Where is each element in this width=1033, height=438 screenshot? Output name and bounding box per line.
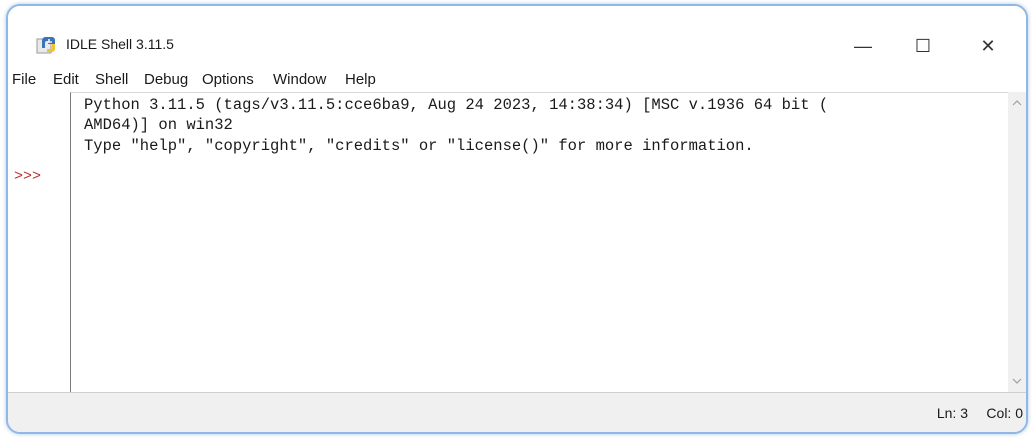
status-line-number: Ln: 3 <box>936 405 968 421</box>
minimize-icon: — <box>854 35 872 56</box>
shell-text-area[interactable]: Python 3.11.5 (tags/v3.11.5:cce6ba9, Aug… <box>70 92 1008 393</box>
vertical-scrollbar[interactable] <box>1008 92 1026 392</box>
shell-line: Python 3.11.5 (tags/v3.11.5:cce6ba9, Aug… <box>84 96 829 114</box>
menu-debug[interactable]: Debug <box>144 71 188 88</box>
maximize-button[interactable]: ☐ <box>900 28 946 64</box>
menu-help[interactable]: Help <box>345 71 376 88</box>
scroll-up-button[interactable] <box>1008 94 1026 112</box>
title-bar[interactable]: IDLE Shell 3.11.5 — ☐ ✕ <box>8 6 1026 64</box>
menu-window[interactable]: Window <box>273 71 326 88</box>
close-icon: ✕ <box>980 35 996 56</box>
menu-options[interactable]: Options <box>202 71 254 88</box>
menu-file[interactable]: File <box>12 71 36 88</box>
maximize-icon: ☐ <box>914 35 932 56</box>
close-button[interactable]: ✕ <box>965 28 1011 64</box>
chevron-down-icon <box>1012 376 1022 387</box>
chevron-up-icon <box>1012 98 1022 109</box>
menu-shell[interactable]: Shell <box>95 71 128 88</box>
idle-shell-window: IDLE Shell 3.11.5 — ☐ ✕ File Edit Shell … <box>6 4 1028 434</box>
shell-prompt: >>> <box>14 168 42 185</box>
menu-edit[interactable]: Edit <box>53 71 79 88</box>
status-column-number: Col: 0 <box>986 405 1023 421</box>
status-bar: Ln: 3 Col: 0 <box>8 392 1026 432</box>
shell-line: AMD64)] on win32 <box>84 116 233 134</box>
prompt-gutter: >>> <box>8 92 70 392</box>
shell-editor: >>> Python 3.11.5 (tags/v3.11.5:cce6ba9,… <box>8 92 1026 393</box>
python-idle-icon <box>36 35 58 55</box>
window-title: IDLE Shell 3.11.5 <box>66 36 174 52</box>
scroll-down-button[interactable] <box>1008 372 1026 390</box>
shell-line: Type "help", "copyright", "credits" or "… <box>84 137 754 155</box>
menu-bar: File Edit Shell Debug Options Window Hel… <box>8 64 1026 92</box>
minimize-button[interactable]: — <box>840 28 886 64</box>
